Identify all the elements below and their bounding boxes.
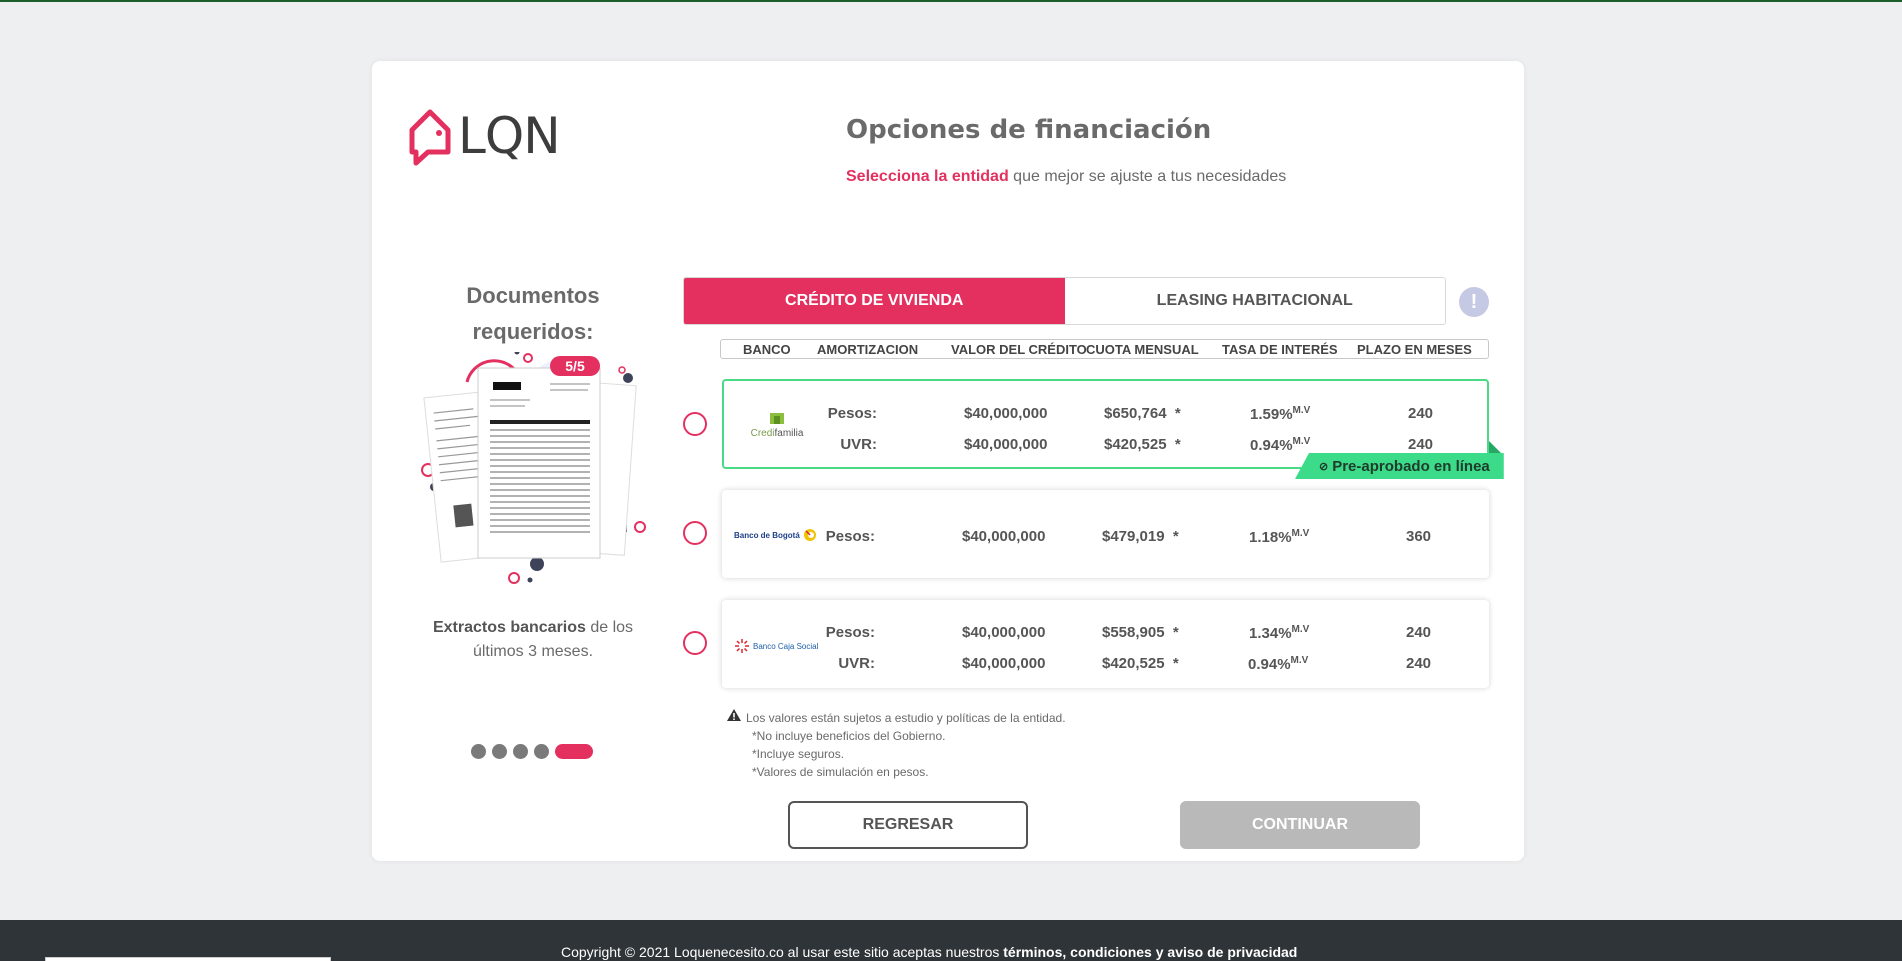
credifamilia-logo: Credifamilia [742,411,812,439]
carousel-dot-3[interactable] [513,744,528,759]
term-months: 240 [1408,405,1434,422]
subtitle-rest: que mejor se ajuste a tus necesidades [1008,168,1287,185]
caja-social-logo-text: Banco Caja Social [753,641,819,651]
monthly-fee: $650,764 * [1104,405,1181,422]
interest-rate: 1.18%M.V [1249,528,1310,546]
col-cuota-mensual: CUOTA MENSUAL [1086,342,1199,357]
bank-card-caja-social[interactable]: Banco Caja Social Pesos: $40,000,000 $55… [722,600,1489,688]
continue-button[interactable]: CONTINUAR [1180,801,1420,849]
footer-terms-link[interactable]: términos, condiciones y aviso de privaci… [1003,944,1297,960]
bank-radio-bogota[interactable] [683,521,707,545]
credifamilia-logo-icon [770,413,784,424]
monthly-fee: $420,525 * [1104,436,1181,453]
col-banco: BANCO [743,342,791,357]
credit-value: $40,000,000 [962,655,1046,672]
bank-radio-caja-social[interactable] [683,631,707,655]
preapproved-badge: ⊘ Pre-aprobado en línea [1295,453,1504,479]
table-header: BANCO AMORTIZACION VALOR DEL CRÉDITO CUO… [720,339,1489,359]
check-circle-icon: ⊘ [1319,460,1329,473]
disclaimer-notes: Los valores están sujetos a estudio y po… [726,708,1066,781]
note-item: *Valores de simulación en pesos. [752,765,929,779]
tab-leasing-habitacional[interactable]: LEASING HABITACIONAL [1064,278,1445,324]
info-icon[interactable]: ! [1459,287,1489,317]
carousel-dot-2[interactable] [492,744,507,759]
col-plazo-meses: PLAZO EN MESES [1357,342,1472,357]
col-valor-credito: VALOR DEL CRÉDITO [951,342,1087,357]
monthly-fee: $558,905 * [1102,624,1179,641]
warning-icon [726,708,741,727]
lqn-logo[interactable]: LQN [406,106,561,166]
carousel-dot-4[interactable] [534,744,549,759]
bank-card-bogota[interactable]: Banco de Bogotá Pesos: $40,000,000 $479,… [722,490,1489,578]
caja-social-logo-icon [735,639,749,653]
financing-tabs: CRÉDITO DE VIVIENDA LEASING HABITACIONAL [683,277,1446,325]
col-tasa-interes: TASA DE INTERÉS [1222,342,1338,357]
amortization-type: UVR: [840,436,877,453]
docs-caption-bold: Extractos bancarios [432,619,586,636]
docs-title: Documentos requeridos: [466,283,600,344]
credit-value: $40,000,000 [964,436,1048,453]
carousel-dots [471,744,593,759]
footer-copyright: Copyright © 2021 Loquenecesito.co al usa… [561,944,1297,960]
back-button[interactable]: REGRESAR [788,801,1028,849]
term-months: 240 [1406,655,1432,672]
documents-illustration: 5/5 [421,352,646,584]
term-months: 360 [1406,528,1432,545]
banco-bogota-logo-text: Banco de Bogotá [734,530,800,540]
page-subtitle: Selecciona la entidad que mejor se ajust… [846,168,1286,186]
note-item: *No incluye beneficios del Gobierno. [752,729,946,743]
monthly-fee: $420,525 * [1102,655,1179,672]
credifamilia-logo-text-1: Credi [750,428,775,439]
footer-widget [45,957,331,961]
term-months: 240 [1408,436,1434,453]
docs-counter-badge: 5/5 [565,358,585,374]
note-item: *Incluye seguros. [752,747,845,761]
carousel-dot-5-active[interactable] [555,744,593,759]
house-logo-icon [409,109,451,166]
docs-caption: Extractos bancarios de los últimos 3 mes… [412,616,654,664]
credifamilia-logo-text-2: familia [774,428,804,439]
interest-rate: 0.94%M.V [1250,436,1311,454]
interest-rate: 1.34%M.V [1249,624,1310,642]
credit-value: $40,000,000 [964,405,1048,422]
amortization-type: Pesos: [825,624,875,641]
bank-radio-credifamilia[interactable] [683,412,707,436]
credit-value: $40,000,000 [962,528,1046,545]
footer: Copyright © 2021 Loquenecesito.co al usa… [0,920,1902,961]
disclaimer-main: Los valores están sujetos a estudio y po… [746,711,1066,725]
amortization-type: Pesos: [827,405,877,422]
term-months: 240 [1406,624,1432,641]
monthly-fee: $479,019 * [1102,528,1179,545]
interest-rate: 1.59%M.V [1250,405,1311,423]
page-title: Opciones de financiación [846,115,1212,145]
carousel-dot-1[interactable] [471,744,486,759]
credit-value: $40,000,000 [962,624,1046,641]
col-amortizacion: AMORTIZACION [817,342,919,357]
interest-rate: 0.94%M.V [1248,655,1309,673]
tab-credito-vivienda[interactable]: CRÉDITO DE VIVIENDA [684,278,1065,324]
amortization-type: UVR: [838,655,875,672]
logo-text: LQN [458,107,561,165]
amortization-type: Pesos: [825,528,875,545]
subtitle-highlight: Selecciona la entidad [846,168,1009,185]
preapproved-label: Pre-aprobado en línea [1332,457,1490,475]
footer-text: Copyright © 2021 Loquenecesito.co al usa… [561,944,1004,960]
